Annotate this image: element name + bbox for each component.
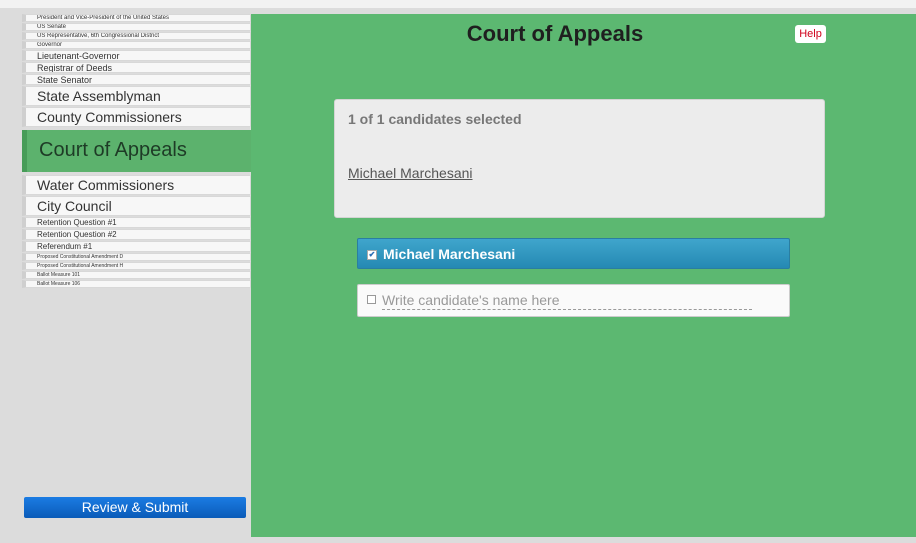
candidate-option[interactable]: ✔ Michael Marchesani xyxy=(357,238,790,269)
sidebar-item-us-senate[interactable]: US Senate xyxy=(22,23,251,31)
sidebar-item-court-of-appeals[interactable]: Court of Appeals xyxy=(22,130,251,172)
sidebar-item-retention-question-1[interactable]: Retention Question #1 xyxy=(22,217,251,228)
checkbox-checked-icon[interactable]: ✔ xyxy=(367,250,377,260)
top-strip xyxy=(0,0,916,8)
sidebar-item-ballot-measure-106[interactable]: Ballot Measure 106 xyxy=(22,280,251,288)
sidebar-item-governor[interactable]: Governor xyxy=(22,41,251,49)
contest-sidebar: President and Vice-President of the Unit… xyxy=(22,14,251,289)
sidebar-item-lieutenant-governor[interactable]: Lieutenant-Governor xyxy=(22,50,251,61)
sidebar-item-county-commissioners[interactable]: County Commissioners xyxy=(22,107,251,127)
review-submit-button[interactable]: Review & Submit xyxy=(24,497,246,518)
sidebar-item-amendment-h[interactable]: Proposed Constitutional Amendment H xyxy=(22,262,251,270)
candidate-name: Michael Marchesani xyxy=(383,246,516,262)
sidebar-item-water-commissioners[interactable]: Water Commissioners xyxy=(22,175,251,195)
help-button[interactable]: Help xyxy=(795,25,826,43)
sidebar-item-president[interactable]: President and Vice-President of the Unit… xyxy=(22,14,251,22)
sidebar-item-state-senator[interactable]: State Senator xyxy=(22,74,251,85)
checkbox-unchecked-icon[interactable] xyxy=(367,295,376,304)
sidebar-item-amendment-d[interactable]: Proposed Constitutional Amendment D xyxy=(22,253,251,261)
sidebar-item-us-representative[interactable]: US Representative, 6th Congressional Dis… xyxy=(22,32,251,40)
page-title: Court of Appeals xyxy=(466,21,644,46)
sidebar-item-state-assemblyman[interactable]: State Assemblyman xyxy=(22,86,251,106)
sidebar-item-city-council[interactable]: City Council xyxy=(22,196,251,216)
selection-summary: 1 of 1 candidates selected Michael March… xyxy=(334,99,825,218)
selection-count: 1 of 1 candidates selected xyxy=(348,111,522,127)
sidebar-item-ballot-measure-101[interactable]: Ballot Measure 101 xyxy=(22,271,251,279)
selected-candidate-link[interactable]: Michael Marchesani xyxy=(348,165,473,181)
sidebar-item-retention-question-2[interactable]: Retention Question #2 xyxy=(22,229,251,240)
sidebar-item-referendum-1[interactable]: Referendum #1 xyxy=(22,241,251,252)
sidebar-item-registrar-of-deeds[interactable]: Registrar of Deeds xyxy=(22,62,251,73)
write-in-input[interactable]: Write candidate's name here xyxy=(382,292,752,310)
write-in-option[interactable]: Write candidate's name here xyxy=(357,284,790,317)
contest-panel: Court of Appeals Help 1 of 1 candidates … xyxy=(251,14,916,537)
